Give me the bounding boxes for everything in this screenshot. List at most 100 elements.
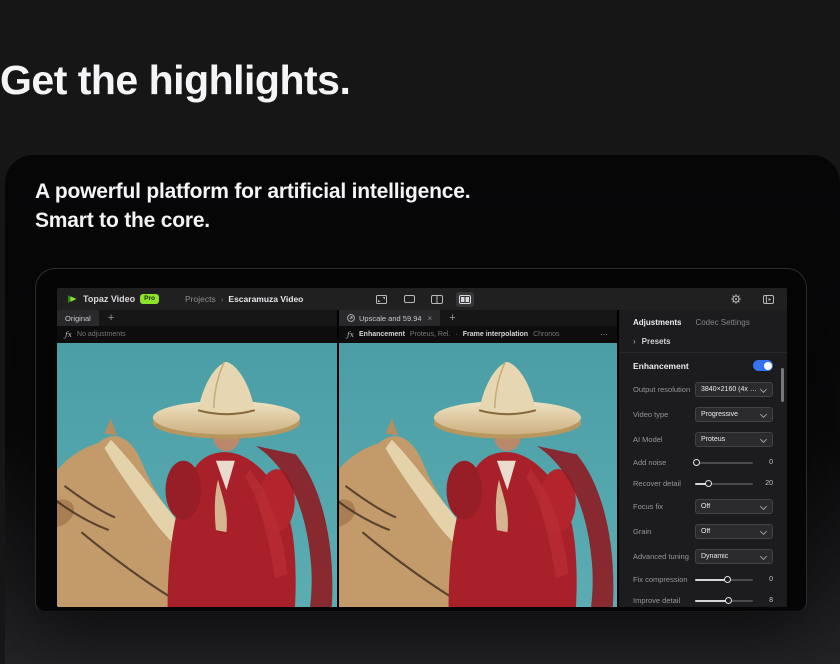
presets-section[interactable]: › Presets	[619, 333, 787, 353]
topbar-right-group	[727, 288, 777, 310]
chevron-down-icon	[760, 436, 767, 443]
control-label: Recover detail	[633, 479, 695, 488]
upscaled-tabstrip: Upscale and 59.94 × +	[339, 310, 617, 326]
slider-knob[interactable]	[724, 576, 731, 583]
sidebar-scrollbar-thumb[interactable]	[781, 368, 784, 402]
chevron-right-icon: ›	[633, 337, 636, 346]
escaramuza-scene	[57, 343, 337, 607]
original-fx-row: ƒx No adjustments	[57, 326, 337, 343]
control-label: Video type	[633, 410, 695, 419]
tab-codec-settings[interactable]: Codec Settings	[695, 318, 749, 327]
interpolation-summary-value: Chronos	[533, 331, 559, 338]
slider-track[interactable]	[695, 600, 753, 602]
presets-label: Presets	[642, 337, 671, 346]
enhancement-label: Enhancement	[633, 361, 689, 371]
select-value: Off	[701, 503, 760, 510]
upscaled-pane: Upscale and 59.94 × + ƒx Enhancement Pro…	[339, 310, 617, 607]
side-by-side-icon[interactable]	[456, 292, 474, 307]
control-improve-detail: Improve detail 8	[619, 590, 787, 607]
topaz-logo-icon	[67, 294, 78, 304]
improve-detail-slider[interactable]: 8	[695, 597, 773, 604]
enhancement-section-header: Enhancement	[619, 353, 787, 377]
video-frame-upscaled[interactable]	[339, 343, 617, 607]
laptop-mockup: Topaz Video Pro Projects › Escaramuza Vi…	[35, 268, 807, 612]
slider-track[interactable]	[695, 483, 753, 485]
control-label: Advanced tuning	[633, 552, 695, 561]
workspace: Original + ƒx No adjustments	[57, 310, 787, 607]
pro-badge: Pro	[140, 294, 159, 304]
slider-value: 8	[753, 597, 773, 604]
control-add-noise: Add noise 0	[619, 452, 787, 473]
recover-detail-slider[interactable]: 20	[695, 480, 773, 487]
fit-screen-icon[interactable]	[372, 292, 390, 307]
breadcrumb-separator: ›	[221, 295, 224, 304]
tab-original-label: Original	[65, 314, 91, 323]
interpolation-summary-label: Frame interpolation	[463, 331, 528, 338]
brand-group: Topaz Video Pro	[67, 294, 159, 304]
advanced-tuning-select[interactable]: Dynamic	[695, 549, 773, 564]
slider-knob[interactable]	[705, 480, 712, 487]
split-view-icon[interactable]	[428, 292, 446, 307]
slider-track[interactable]	[695, 462, 753, 464]
app-topbar: Topaz Video Pro Projects › Escaramuza Vi…	[57, 288, 787, 310]
control-advanced-tuning: Advanced tuning Dynamic	[619, 544, 787, 569]
control-focus-fix: Focus fix Off	[619, 494, 787, 519]
control-grain: Grain Off	[619, 519, 787, 544]
breadcrumb-current: Escaramuza Video	[228, 294, 303, 304]
control-label: Output resolution	[633, 385, 695, 394]
control-label: Focus fix	[633, 502, 695, 511]
sidebar-tabs: Adjustments Codec Settings	[619, 316, 787, 333]
slider-value: 0	[753, 459, 773, 466]
slider-fill	[695, 579, 727, 581]
fix-compression-slider[interactable]: 0	[695, 576, 773, 583]
close-tab-icon[interactable]: ×	[428, 314, 433, 323]
select-value: Dynamic	[701, 553, 760, 560]
more-options-icon[interactable]: ⋯	[600, 330, 609, 339]
breadcrumb-projects[interactable]: Projects	[185, 294, 216, 304]
control-fix-compression: Fix compression 0	[619, 569, 787, 590]
upscale-icon	[347, 314, 355, 322]
enhancement-toggle[interactable]	[753, 360, 773, 371]
card-headline-line1: A powerful platform for artificial intel…	[35, 177, 470, 206]
add-noise-slider[interactable]: 0	[695, 459, 773, 466]
enhancement-summary-label: Enhancement	[359, 331, 405, 338]
ai-model-select[interactable]: Proteus	[695, 432, 773, 447]
video-frame-original[interactable]	[57, 343, 337, 607]
new-tab-button-left[interactable]: +	[99, 310, 123, 326]
enhancement-summary-value: Proteus, Rel.	[410, 331, 450, 338]
upscaled-fx-row: ƒx Enhancement Proteus, Rel. · Frame int…	[339, 326, 617, 343]
panel-toggle-icon[interactable]	[759, 292, 777, 307]
slider-knob[interactable]	[693, 459, 700, 466]
tab-upscale-label: Upscale and 59.94	[359, 314, 422, 323]
control-label: Add noise	[633, 458, 695, 467]
escaramuza-scene	[339, 343, 617, 607]
chevron-down-icon	[760, 386, 767, 393]
view-mode-group	[372, 288, 474, 310]
tab-upscale[interactable]: Upscale and 59.94 ×	[339, 310, 440, 326]
control-label: Improve detail	[633, 596, 695, 605]
grain-select[interactable]: Off	[695, 524, 773, 539]
chevron-down-icon	[760, 553, 767, 560]
slider-value: 20	[753, 480, 773, 487]
focus-fix-select[interactable]: Off	[695, 499, 773, 514]
control-ai-model: AI Model Proteus	[619, 427, 787, 452]
slider-knob[interactable]	[725, 597, 732, 604]
output-resolution-select[interactable]: 3840×2160 (4x …	[695, 382, 773, 397]
new-tab-button-right[interactable]: +	[440, 310, 464, 326]
single-view-icon[interactable]	[400, 292, 418, 307]
card-headline-line2: Smart to the core.	[35, 206, 470, 235]
control-output-resolution: Output resolution 3840×2160 (4x …	[619, 377, 787, 402]
settings-gear-icon[interactable]	[727, 292, 745, 307]
tab-adjustments[interactable]: Adjustments	[633, 318, 681, 327]
select-value: Progressive	[701, 411, 760, 418]
video-type-select[interactable]: Progressive	[695, 407, 773, 422]
fx-icon: ƒx	[65, 330, 72, 339]
original-summary: No adjustments	[77, 331, 126, 338]
slider-track[interactable]	[695, 579, 753, 581]
tab-original[interactable]: Original	[57, 310, 99, 326]
chevron-down-icon	[760, 503, 767, 510]
adjustments-sidebar: Adjustments Codec Settings › Presets Enh…	[619, 310, 787, 607]
chevron-down-icon	[760, 411, 767, 418]
brand-name: Topaz Video	[83, 294, 135, 304]
slider-fill	[695, 600, 728, 602]
